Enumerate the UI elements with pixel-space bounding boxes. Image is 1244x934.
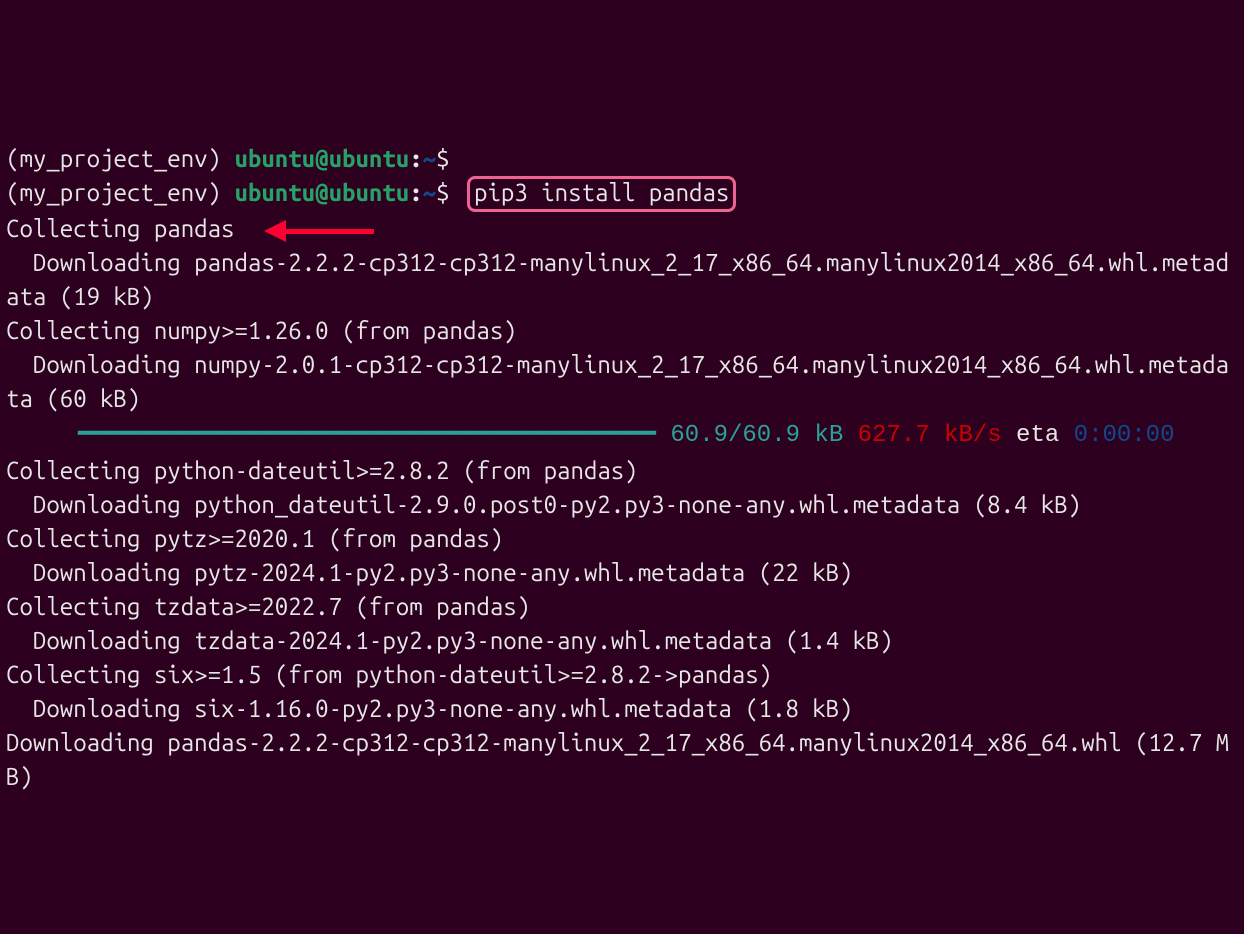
output-line: Collecting pytz>=2020.1 (from pandas) (6, 525, 503, 552)
terminal-prompt-line-2[interactable]: (my_project_env) ubuntu@ubuntu:~$ pip3 i… (6, 179, 736, 206)
user-host: ubuntu@ubuntu (234, 145, 409, 172)
output-line: Collecting tzdata>=2022.7 (from pandas) (6, 593, 530, 620)
terminal-prompt-line-1: (my_project_env) ubuntu@ubuntu:~$ (6, 145, 463, 172)
prompt-dollar: $ (436, 179, 463, 206)
progress-bar-line: ━━━━━━━━━━━━━━━━━━━━━━━━━━━━━━━━━━━━━━━━… (6, 422, 1175, 449)
prompt-colon: : (409, 179, 422, 206)
progress-bar-indent (6, 422, 78, 449)
typed-command: pip3 install pandas (474, 179, 729, 206)
cwd-path: ~ (423, 179, 436, 206)
command-highlight-box: pip3 install pandas (467, 176, 736, 212)
progress-bar-size: 60.9/60.9 kB (656, 422, 843, 449)
user-host: ubuntu@ubuntu (234, 179, 409, 206)
output-line: Downloading pytz-2024.1-py2.py3-none-any… (6, 559, 853, 586)
prompt-dollar: $ (436, 145, 463, 172)
output-line: Collecting python-dateutil>=2.8.2 (from … (6, 457, 638, 484)
prompt-colon: : (409, 145, 422, 172)
arrow-annotation (264, 220, 374, 242)
progress-bar-fill: ━━━━━━━━━━━━━━━━━━━━━━━━━━━━━━━━━━━━━━━━ (78, 422, 656, 449)
output-line: Downloading numpy-2.0.1-cp312-cp312-many… (6, 351, 1229, 412)
output-line: Downloading python_dateutil-2.9.0.post0-… (6, 491, 1081, 518)
output-line: Downloading tzdata-2024.1-py2.py3-none-a… (6, 627, 893, 654)
output-line: Downloading six-1.16.0-py2.py3-none-any.… (6, 695, 853, 722)
output-line: Downloading pandas-2.2.2-cp312-cp312-man… (6, 249, 1229, 310)
venv-name: (my_project_env) (6, 145, 234, 172)
progress-bar-eta-time: 0:00:00 (1074, 422, 1175, 449)
venv-name: (my_project_env) (6, 179, 234, 206)
output-line: Collecting pandas (6, 215, 234, 242)
progress-bar-eta-label: eta (1002, 422, 1074, 449)
output-line: Collecting six>=1.5 (from python-dateuti… (6, 661, 772, 688)
output-line: Collecting numpy>=1.26.0 (from pandas) (6, 317, 517, 344)
output-line: Downloading pandas-2.2.2-cp312-cp312-man… (6, 729, 1229, 790)
cwd-path: ~ (423, 145, 436, 172)
progress-bar-rate: 627.7 kB/s (843, 422, 1001, 449)
